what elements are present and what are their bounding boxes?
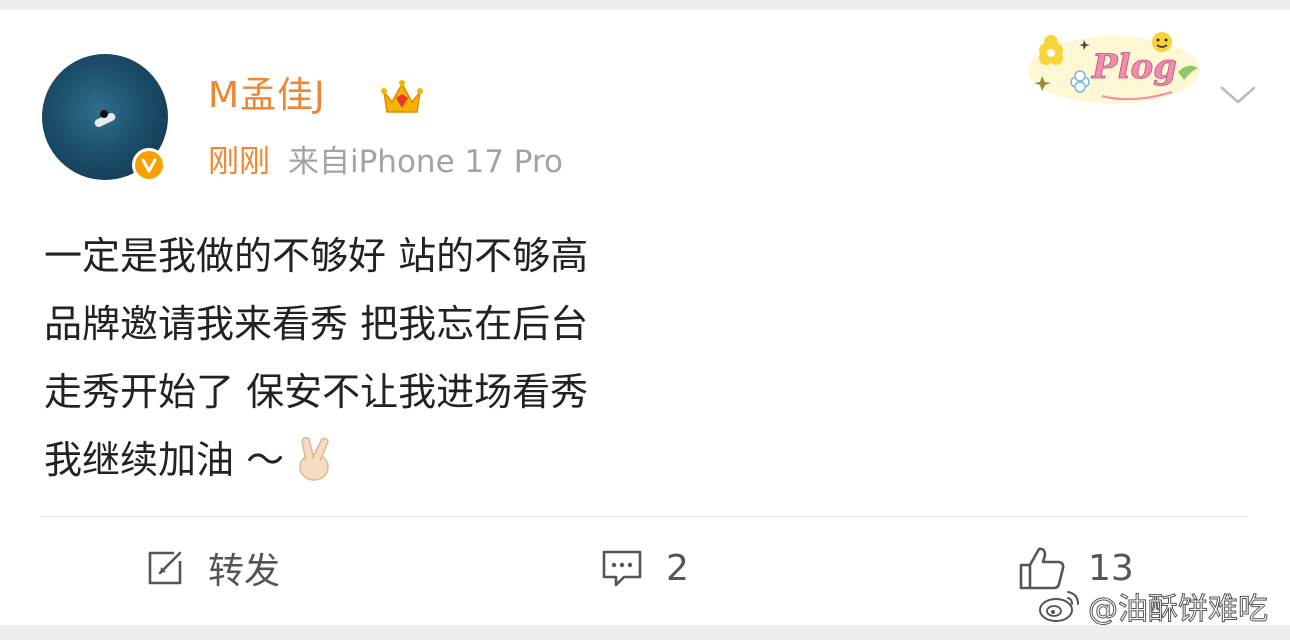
comment-button[interactable]: 2 (600, 540, 689, 596)
comment-count: 2 (666, 547, 689, 589)
content-line: 一定是我做的不够好 站的不够高 (44, 234, 589, 278)
content-line-text: 我继续加油 ～ (44, 438, 285, 482)
chevron-down-icon[interactable] (1218, 82, 1258, 108)
post-time: 刚刚 (208, 144, 270, 180)
author-name[interactable]: M孟佳J (208, 74, 326, 118)
watermark: @油酥饼难吃 (1038, 584, 1269, 628)
post-meta: 刚刚 来自iPhone 17 Pro (208, 142, 563, 182)
weibo-logo-icon (1039, 591, 1079, 622)
content-line: 品牌邀请我来看秀 把我忘在后台 (44, 302, 589, 346)
repost-button[interactable]: 转发 (144, 540, 280, 596)
comment-icon (602, 550, 642, 587)
weibo-post-card: M孟佳J 刚刚 来自iPhone 17 Pro Plog 一定是我做的不够好 站… (0, 10, 1290, 625)
content-line: 我继续加油 ～ (44, 426, 764, 494)
verified-badge-icon (132, 148, 166, 182)
finger-heart-emoji (299, 437, 329, 481)
avatar-figure-head (100, 110, 108, 118)
repost-label: 转发 (208, 551, 281, 592)
content-line: 走秀开始了 保安不让我进场看秀 (44, 370, 589, 414)
flower-icon (1039, 35, 1063, 65)
divider (40, 516, 1248, 517)
post-source: 来自iPhone 17 Pro (288, 144, 563, 180)
crown-icon[interactable] (380, 76, 424, 120)
repost-icon (148, 551, 182, 585)
post-content: 一定是我做的不够好 站的不够高 品牌邀请我来看秀 把我忘在后台 走秀开始了 保安… (44, 222, 764, 494)
like-count: 13 (1088, 547, 1134, 589)
plog-sticker: Plog (1028, 32, 1200, 104)
plog-sticker-text: Plog (1091, 47, 1177, 87)
watermark-text: @油酥饼难吃 (1088, 592, 1269, 628)
